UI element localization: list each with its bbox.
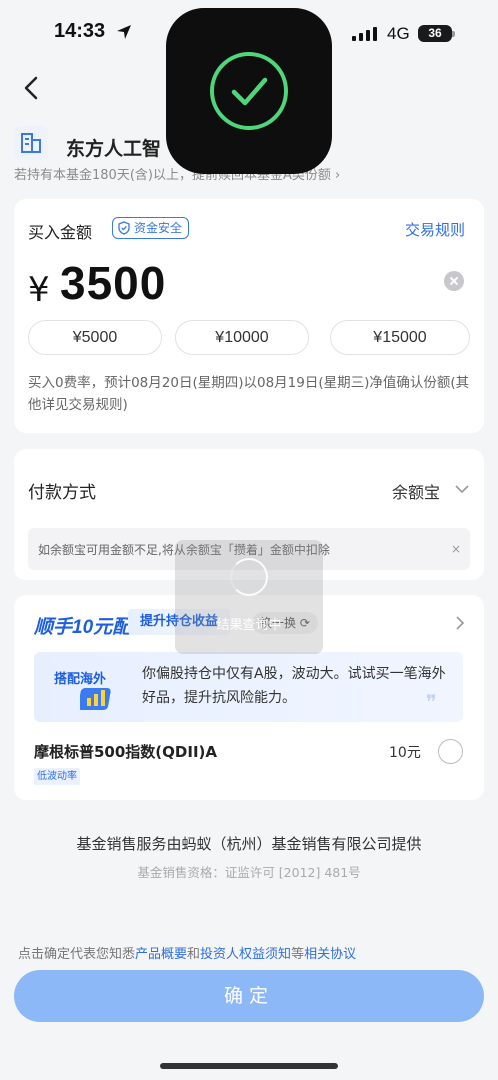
battery-icon: 36: [418, 25, 452, 42]
license-text: 基金销售资格：证监许可 [2012] 481号: [137, 865, 361, 880]
fund-name: 东方人工智: [66, 138, 162, 160]
fund-logo-icon: [14, 126, 48, 160]
fund-safety-badge: 资金安全: [112, 217, 190, 239]
investor-rights-link[interactable]: 投资人权益须知: [200, 947, 291, 962]
trade-rules-link[interactable]: 交易规则: [405, 219, 465, 240]
overseas-chart-icon: [80, 688, 111, 710]
fee-note: 买入0费率，预计08月20日(星期四)以08月19日(星期三)净值确认份额(其他…: [28, 375, 470, 413]
battery-tip: [452, 31, 455, 37]
quote-icon: ❞: [426, 690, 437, 714]
agreement-text: 点击确定代表您知悉产品概要和投资人权益须知等相关协议: [18, 943, 356, 962]
hold-tip-text: 若持有本基金180天(含)以上，: [14, 168, 192, 183]
quick-amount-15000[interactable]: ¥15000: [330, 320, 470, 355]
related-agreements-link[interactable]: 相关协议: [304, 947, 356, 962]
agree-and: 和: [187, 947, 201, 962]
safety-badge-label: 资金安全: [134, 221, 183, 235]
checkmark-icon: [210, 52, 288, 130]
chevron-right-icon[interactable]: [454, 615, 466, 631]
home-indicator: [160, 1063, 338, 1069]
network-type: 4G: [387, 24, 410, 43]
amount-input[interactable]: 3500: [60, 256, 166, 310]
success-toast: [166, 8, 332, 174]
shield-icon: [118, 221, 130, 235]
clear-icon[interactable]: [444, 271, 464, 291]
confirm-button[interactable]: 确定: [14, 970, 484, 1022]
status-time: 14:33: [54, 20, 106, 42]
quick-amount-5000[interactable]: ¥5000: [28, 320, 162, 355]
product-summary-link[interactable]: 产品概要: [135, 947, 187, 962]
back-icon[interactable]: [20, 74, 44, 102]
agree-prefix: 点击确定代表您知悉: [18, 947, 136, 962]
low-volatility-tag: 低波动率: [34, 768, 80, 785]
banner-text: 你偏股持仓中仅有A股，波动大。试试买一笔海外好品，提升抗风险能力。: [142, 666, 446, 706]
currency-symbol: ¥: [28, 270, 50, 310]
agree-mid: 等: [291, 947, 305, 962]
recommend-fund-radio[interactable]: [438, 739, 463, 764]
provider-text: 基金销售服务由蚂蚁（杭州）基金销售有限公司提供: [76, 835, 422, 853]
quick-amount-10000[interactable]: ¥10000: [175, 320, 309, 355]
recommend-fund-name[interactable]: 摩根标普500指数(QDII)A: [34, 741, 217, 762]
spinner-icon: [230, 558, 268, 596]
chevron-down-icon[interactable]: [454, 481, 470, 497]
location-arrow-icon: [117, 25, 131, 39]
payment-method-value[interactable]: 余额宝: [392, 479, 440, 503]
payment-method-label: 付款方式: [28, 483, 96, 503]
loading-text: 结果查询中: [216, 618, 282, 633]
buy-amount-title: 买入金额: [28, 223, 93, 242]
close-icon[interactable]: ×: [451, 542, 461, 556]
recommend-brand: 顺手10元配: [34, 617, 132, 638]
loading-overlay: 结果查询中: [175, 540, 323, 654]
signal-icon: [352, 27, 377, 41]
recommend-fund-amount: 10元: [389, 745, 421, 761]
